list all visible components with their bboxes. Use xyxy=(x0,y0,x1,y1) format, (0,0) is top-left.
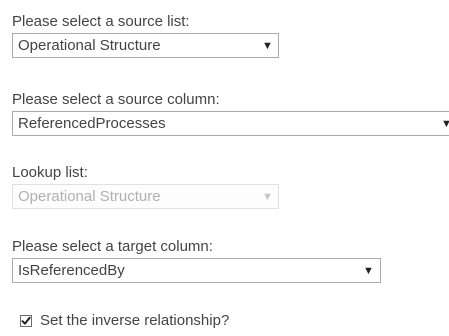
lookup-list-select: Operational Structure ▼ xyxy=(12,184,279,209)
checkmark-icon xyxy=(21,316,31,325)
target-column-selected-value: IsReferencedBy xyxy=(18,262,125,279)
inverse-relationship-label: Set the inverse relationship? xyxy=(40,312,230,329)
source-column-label: Please select a source column: xyxy=(12,91,220,108)
source-column-selected-value: ReferencedProcesses xyxy=(18,115,166,132)
source-list-label: Please select a source list: xyxy=(12,13,190,30)
source-column-select[interactable]: ReferencedProcesses ▼ xyxy=(12,111,449,136)
target-column-select[interactable]: IsReferencedBy ▼ xyxy=(12,258,381,283)
target-column-label: Please select a target column: xyxy=(12,238,213,255)
source-list-selected-value: Operational Structure xyxy=(18,37,161,54)
lookup-list-selected-value: Operational Structure xyxy=(18,188,161,205)
dropdown-arrow-icon: ▼ xyxy=(262,191,273,203)
dropdown-arrow-icon: ▼ xyxy=(441,118,449,130)
lookup-list-label: Lookup list: xyxy=(12,164,88,181)
source-list-select[interactable]: Operational Structure ▼ xyxy=(12,33,279,58)
dropdown-arrow-icon: ▼ xyxy=(262,40,273,52)
inverse-relationship-checkbox[interactable] xyxy=(20,315,32,327)
dropdown-arrow-icon: ▼ xyxy=(363,265,374,277)
